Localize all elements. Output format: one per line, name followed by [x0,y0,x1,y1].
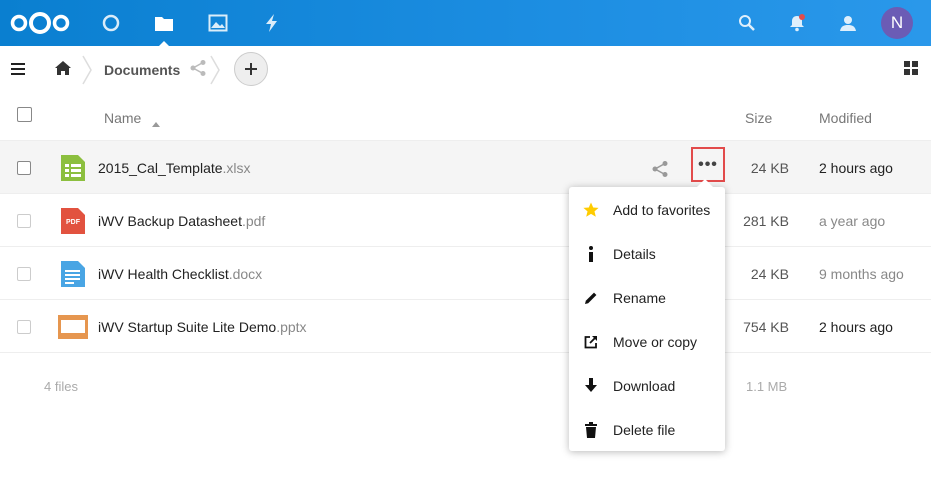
row-checkbox[interactable] [17,161,31,175]
search-icon[interactable] [734,0,760,46]
home-icon[interactable] [54,60,72,81]
trash-icon [569,422,613,438]
pdf-icon-label: PDF [66,219,81,226]
file-name[interactable]: iWV Backup Datasheet.pdf [98,213,265,229]
file-name[interactable]: 2015_Cal_Template.xlsx [98,160,251,176]
menu-item-details[interactable]: Details [569,232,725,276]
total-size-summary: 1.1 MB [746,379,788,394]
download-icon [569,378,613,394]
file-size: 24 KB [750,266,789,282]
sort-ascending-icon [152,114,160,132]
menu-item-rename[interactable]: Rename [569,276,725,320]
file-modified: 2 hours ago [819,319,893,335]
file-actions-menu: Add to favorites Details Rename Move or … [569,179,725,452]
notifications-icon[interactable] [784,0,810,46]
plus-icon [245,63,257,75]
breadcrumb-current[interactable]: Documents [104,62,180,78]
star-icon [569,202,613,218]
info-icon [569,246,613,262]
menu-item-download[interactable]: Download [569,364,725,408]
more-actions-button[interactable]: ••• [691,147,725,182]
menu-item-label: Details [613,246,656,262]
menu-item-add-to-favorites[interactable]: Add to favorites [569,188,725,232]
file-name[interactable]: iWV Health Checklist.docx [98,266,262,282]
user-avatar[interactable]: N [881,7,913,39]
menu-item-label: Delete file [613,422,676,438]
menu-item-label: Rename [613,290,666,306]
menu-item-label: Add to favorites [613,202,711,218]
column-name-header[interactable]: Name [104,110,141,126]
presentation-icon [58,315,88,344]
pencil-icon [569,291,613,305]
file-modified: a year ago [819,213,886,229]
row-checkbox[interactable] [17,214,31,228]
contacts-icon[interactable] [834,0,860,46]
column-size-header[interactable]: Size [745,110,772,126]
grid-view-toggle-icon[interactable] [904,61,918,80]
file-size: 281 KB [743,213,789,229]
external-link-icon [569,335,613,349]
dashboard-icon[interactable] [98,0,124,46]
file-size: 24 KB [750,160,789,176]
file-modified: 2 hours ago [819,160,893,176]
nextcloud-logo-icon[interactable] [8,0,72,46]
hamburger-menu-icon[interactable] [11,62,25,80]
breadcrumb-separator-icon [80,54,94,91]
photos-app-icon[interactable] [205,0,231,46]
header-bar: N [0,0,931,46]
menu-item-label: Download [613,378,676,394]
document-icon [61,261,85,292]
row-checkbox[interactable] [17,320,31,334]
file-name[interactable]: iWV Startup Suite Lite Demo.pptx [98,319,307,335]
pdf-icon: PDF [61,208,85,239]
spreadsheet-icon [61,155,85,186]
files-app-icon[interactable] [151,0,177,46]
file-modified: 9 months ago [819,266,904,282]
file-size: 754 KB [743,319,789,335]
share-icon[interactable] [651,160,669,183]
new-file-button[interactable] [234,52,268,86]
activity-app-icon[interactable] [259,0,285,46]
select-all-checkbox[interactable] [17,107,32,122]
column-modified-header[interactable]: Modified [819,110,872,126]
menu-item-label: Move or copy [613,334,698,350]
share-icon[interactable] [189,59,207,82]
row-checkbox[interactable] [17,267,31,281]
breadcrumb-separator-icon [208,54,222,91]
file-count-summary: 4 files [44,379,78,394]
menu-item-move-or-copy[interactable]: Move or copy [569,320,725,364]
menu-item-delete-file[interactable]: Delete file [569,408,725,452]
